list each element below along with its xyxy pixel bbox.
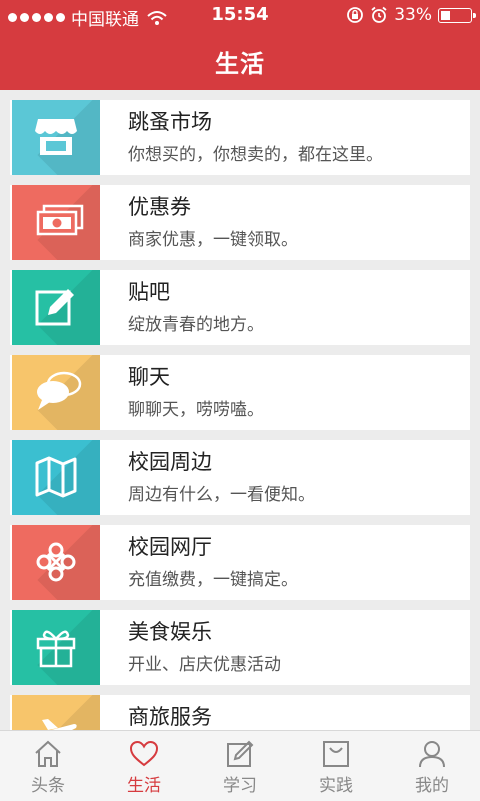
item-title: 美食娱乐 (128, 620, 212, 644)
item-description: 开业、店庆优惠活动 (128, 655, 281, 675)
app-header: 中国联通 15:54 33% 生活 (0, 0, 480, 90)
item-icon-tile (12, 270, 100, 345)
item-icon-tile (12, 185, 100, 260)
list-item[interactable]: 聊天 聊聊天，唠唠嗑。 (10, 355, 470, 430)
item-title: 聊天 (128, 365, 170, 389)
map-icon (35, 456, 77, 498)
tab-label: 头条 (31, 776, 65, 796)
item-icon-tile (12, 695, 100, 730)
service-list: 跳蚤市场 你想买的，你想卖的，都在这里。 优惠券 商家优惠，一键领取。 贴吧 绽… (0, 90, 480, 730)
battery-icon (438, 7, 476, 23)
tab-bar: 头条 生活 学习 实践 我的 (0, 730, 480, 801)
tab-study[interactable]: 学习 (192, 731, 288, 801)
pencil-icon (227, 740, 254, 767)
list-item[interactable]: 校园网厅 充值缴费，一键搞定。 (10, 525, 470, 600)
item-icon-tile (12, 525, 100, 600)
tab-life[interactable]: 生活 (96, 731, 192, 801)
tab-practice[interactable]: 实践 (288, 731, 384, 801)
item-title: 贴吧 (128, 280, 170, 304)
money-icon (36, 204, 84, 236)
heart-icon (129, 740, 159, 767)
shop-icon (35, 119, 77, 155)
item-description: 你想买的，你想卖的，都在这里。 (128, 145, 383, 165)
list-item[interactable]: 校园周边 周边有什么，一看便知。 (10, 440, 470, 515)
item-title: 校园网厅 (128, 535, 212, 559)
rotation-lock-icon (347, 7, 364, 23)
battery-fill (441, 10, 450, 20)
list-item[interactable]: 贴吧 绽放青春的地方。 (10, 270, 470, 345)
tab-mine[interactable]: 我的 (384, 731, 480, 801)
tab-label: 实践 (319, 776, 353, 796)
item-icon-tile (12, 610, 100, 685)
item-icon-tile (12, 440, 100, 515)
item-icon-tile (12, 100, 100, 175)
item-icon-tile (12, 355, 100, 430)
tab-label: 我的 (415, 776, 449, 796)
list-item[interactable]: 优惠券 商家优惠，一键领取。 (10, 185, 470, 260)
list-item[interactable]: 商旅服务 (10, 695, 470, 730)
chat-icon (37, 371, 82, 410)
battery-percent: 33% (394, 5, 432, 25)
person-icon (419, 741, 445, 768)
home-icon (35, 740, 61, 767)
item-description: 商家优惠，一键领取。 (128, 230, 298, 250)
alarm-icon (371, 6, 387, 23)
tab-headlines[interactable]: 头条 (0, 731, 96, 801)
tab-label: 学习 (223, 776, 257, 796)
item-description: 周边有什么，一看便知。 (128, 485, 315, 505)
bag-icon (323, 741, 349, 767)
edit-icon (35, 289, 74, 326)
item-description: 充值缴费，一键搞定。 (128, 570, 298, 590)
status-right: 33% (346, 5, 476, 25)
list-item[interactable]: 跳蚤市场 你想买的，你想卖的，都在这里。 (10, 100, 470, 175)
plane-icon (42, 719, 77, 730)
status-bar: 中国联通 15:54 33% (0, 0, 480, 30)
item-title: 跳蚤市场 (128, 110, 212, 134)
unicom-logo-icon (36, 542, 76, 582)
item-title: 商旅服务 (128, 705, 212, 729)
item-title: 优惠券 (128, 195, 191, 219)
tab-label: 生活 (127, 776, 161, 796)
item-title: 校园周边 (128, 450, 212, 474)
list-item[interactable]: 美食娱乐 开业、店庆优惠活动 (10, 610, 470, 685)
gift-icon (36, 630, 76, 668)
item-description: 绽放青春的地方。 (128, 315, 264, 335)
item-description: 聊聊天，唠唠嗑。 (128, 400, 264, 420)
page-title: 生活 (215, 50, 265, 78)
